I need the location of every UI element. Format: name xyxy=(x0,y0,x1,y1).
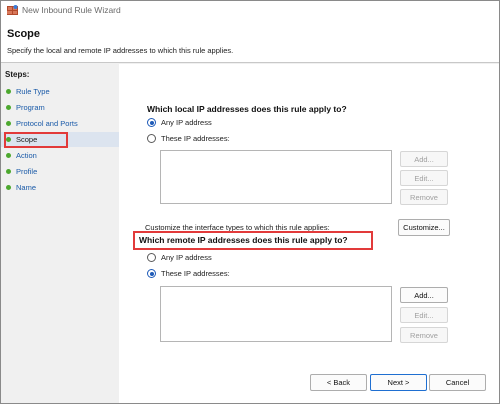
radio-button[interactable] xyxy=(147,134,156,143)
step-status-dot-icon xyxy=(6,89,11,94)
step-label: Program xyxy=(16,103,45,112)
step-status-dot-icon xyxy=(6,169,11,174)
radio-label: Any IP address xyxy=(161,118,212,127)
remote-these-ip-radio[interactable]: These IP addresses: xyxy=(147,269,230,278)
page-description: Specify the local and remote IP addresse… xyxy=(7,46,234,55)
step-status-dot-icon xyxy=(6,153,11,158)
step-label: Profile xyxy=(16,167,38,176)
step-label: Action xyxy=(16,151,37,160)
local-remove-button[interactable]: Remove xyxy=(400,189,448,205)
radio-button[interactable] xyxy=(147,269,156,278)
remote-ip-list[interactable] xyxy=(160,286,392,342)
next-button[interactable]: Next > xyxy=(370,374,427,391)
remote-any-ip-radio[interactable]: Any IP address xyxy=(147,253,212,262)
title-bar[interactable]: New Inbound Rule Wizard xyxy=(1,1,499,20)
radio-label: Any IP address xyxy=(161,253,212,262)
radio-button[interactable] xyxy=(147,253,156,262)
radio-label: These IP addresses: xyxy=(161,134,230,143)
steps-pane: Steps: Rule Type Program Protocol and Po… xyxy=(1,64,119,403)
steps-title: Steps: xyxy=(5,70,30,79)
back-button[interactable]: < Back xyxy=(310,374,367,391)
scope-step-highlight-box xyxy=(4,132,68,148)
step-profile[interactable]: Profile xyxy=(1,164,119,179)
wizard-header: Scope Specify the local and remote IP ad… xyxy=(1,20,499,63)
local-ip-list[interactable] xyxy=(160,150,392,204)
step-rule-type[interactable]: Rule Type xyxy=(1,84,119,99)
radio-label: These IP addresses: xyxy=(161,269,230,278)
page-title: Scope xyxy=(7,28,41,40)
remote-question-highlight-box xyxy=(133,231,373,250)
step-program[interactable]: Program xyxy=(1,100,119,115)
wizard-window: New Inbound Rule Wizard Scope Specify th… xyxy=(0,0,500,404)
step-label: Name xyxy=(16,183,37,192)
step-status-dot-icon xyxy=(6,105,11,110)
remote-edit-button[interactable]: Edit... xyxy=(400,307,448,323)
local-add-button[interactable]: Add... xyxy=(400,151,448,167)
local-any-ip-radio[interactable]: Any IP address xyxy=(147,118,212,127)
local-edit-button[interactable]: Edit... xyxy=(400,170,448,186)
step-label: Rule Type xyxy=(16,87,50,96)
cancel-button[interactable]: Cancel xyxy=(429,374,486,391)
step-status-dot-icon xyxy=(6,121,11,126)
customize-button[interactable]: Customize... xyxy=(398,219,450,236)
local-ip-question: Which local IP addresses does this rule … xyxy=(147,104,347,114)
scope-main-pane: Which local IP addresses does this rule … xyxy=(119,64,499,403)
step-action[interactable]: Action xyxy=(1,148,119,163)
step-status-dot-icon xyxy=(6,185,11,190)
firewall-wizard-icon xyxy=(7,5,18,15)
remote-remove-button[interactable]: Remove xyxy=(400,327,448,343)
local-these-ip-radio[interactable]: These IP addresses: xyxy=(147,134,230,143)
step-name[interactable]: Name xyxy=(1,180,119,195)
radio-button[interactable] xyxy=(147,118,156,127)
step-protocol-and-ports[interactable]: Protocol and Ports xyxy=(1,116,119,131)
window-title: New Inbound Rule Wizard xyxy=(22,5,121,15)
remote-add-button[interactable]: Add... xyxy=(400,287,448,303)
step-label: Protocol and Ports xyxy=(16,119,78,128)
